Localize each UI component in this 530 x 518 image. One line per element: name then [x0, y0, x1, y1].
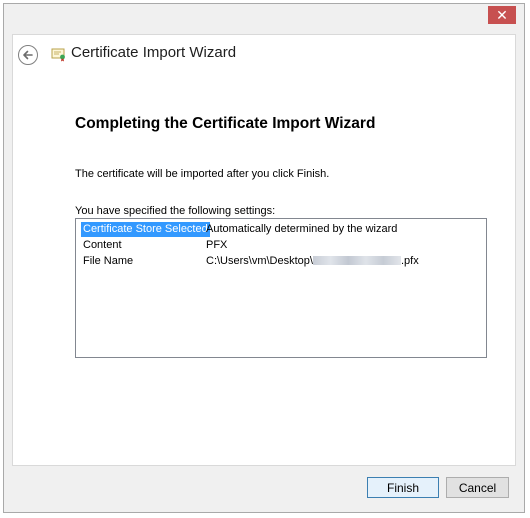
button-bar: Finish Cancel — [4, 466, 524, 512]
settings-value: C:\Users\vm\Desktop\ .pfx — [206, 254, 419, 269]
back-arrow-icon — [23, 50, 33, 60]
settings-key[interactable]: Certificate Store Selected — [81, 222, 210, 237]
page-heading: Completing the Certificate Import Wizard — [75, 115, 376, 132]
close-icon: ✕ — [496, 6, 508, 23]
certificate-icon — [51, 48, 65, 62]
wizard-content: Certificate Import Wizard Completing the… — [12, 34, 516, 466]
settings-list[interactable]: Certificate Store Selected Automatically… — [75, 218, 487, 358]
cancel-button[interactable]: Cancel — [446, 477, 509, 498]
settings-label: You have specified the following setting… — [75, 205, 276, 217]
finish-button[interactable]: Finish — [367, 477, 439, 498]
back-button[interactable] — [18, 45, 38, 65]
close-button[interactable]: ✕ — [488, 6, 516, 24]
redacted-filename — [312, 256, 401, 265]
wizard-title: Certificate Import Wizard — [71, 44, 237, 61]
settings-value: Automatically determined by the wizard — [206, 223, 398, 235]
file-path-prefix: C:\Users\vm\Desktop\ — [206, 255, 313, 267]
file-extension: .pfx — [400, 255, 419, 267]
settings-key[interactable]: File Name — [81, 254, 135, 269]
settings-value: PFX — [206, 239, 228, 251]
intro-text: The certificate will be imported after y… — [75, 168, 330, 180]
settings-key[interactable]: Content — [81, 238, 124, 253]
wizard-window: ✕ Certificate Import Wizard Completing t… — [3, 3, 525, 513]
